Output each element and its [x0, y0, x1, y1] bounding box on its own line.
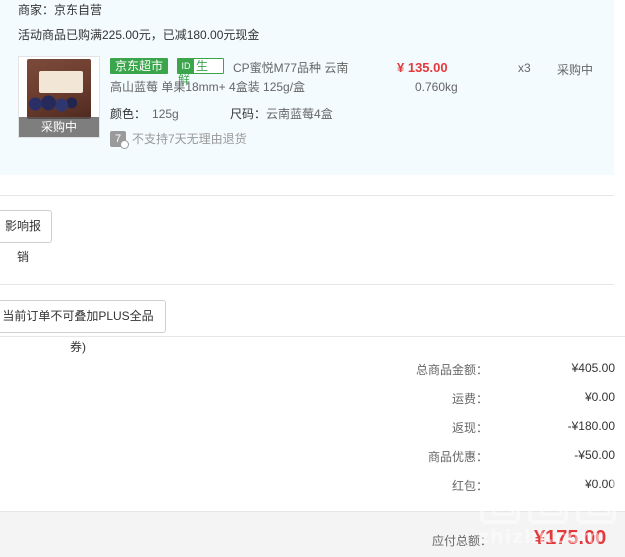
divider — [0, 284, 614, 285]
watermark-logo-icon — [480, 476, 520, 524]
summary-value-total: ¥405.00 — [571, 361, 615, 375]
stock-status: 采购中 — [557, 63, 594, 77]
merchant-label: 商家：京东自营 — [18, 3, 103, 17]
watermark-logo-icon — [576, 476, 616, 524]
no-return-icon: 7 — [110, 131, 129, 149]
coupon-button[interactable]: 当前订单不可叠加PLUS全品券) — [0, 300, 166, 354]
divider — [0, 195, 614, 196]
order-block: 商家：京东自营 活动商品已购满225.00元，已减180.00元现金 采购中 京… — [0, 0, 614, 175]
return-policy-text: 不支持7天无理由退货 — [132, 132, 247, 146]
unit-price: ¥ 135.00 — [397, 60, 448, 75]
fresh-icon: ID — [178, 59, 194, 73]
fresh-tag: ID 生鲜 — [177, 58, 224, 87]
summary-label-shipping: 运费： — [451, 392, 488, 406]
summary-value-cashback: -¥180.00 — [567, 419, 615, 433]
invoice-button[interactable]: 影响报销 — [0, 210, 52, 264]
product-name-line2[interactable]: 高山蓝莓 单果18mm+ 4盒装 125g/盒 — [110, 78, 305, 95]
attr-size: 尺码：云南蓝莓4盒 — [230, 105, 333, 122]
attr-color-key: 颜色： — [110, 107, 147, 121]
watermark-logo-icon — [528, 476, 568, 524]
watermark-text: zhizhi.com — [478, 526, 602, 548]
summary-label-discount: 商品优惠： — [427, 450, 488, 464]
package-label-image — [39, 71, 83, 93]
attr-size-key: 尺码： — [230, 107, 267, 121]
thumb-status-overlay: 采购中 — [19, 117, 99, 137]
attr-size-value: 云南蓝莓4盒 — [266, 107, 333, 121]
site-watermark: zhizhi.com — [474, 476, 622, 551]
jd-supermarket-tag: 京东超市 — [110, 58, 169, 74]
attr-color-value: 125g — [152, 107, 179, 121]
summary-value-shipping: ¥0.00 — [584, 390, 615, 404]
summary-label-cashback: 返现： — [451, 421, 488, 435]
product-name-line1[interactable]: CP蜜悦M77品种 云南 — [233, 59, 348, 76]
promo-text: 活动商品已购满225.00元，已减180.00元现金 — [18, 28, 260, 42]
divider — [0, 336, 625, 337]
attr-color: 颜色： 125g — [110, 105, 179, 122]
return-policy: 7 不支持7天无理由退货 — [110, 131, 247, 149]
item-weight: 0.760kg — [415, 80, 458, 94]
summary-value-discount: -¥50.00 — [574, 448, 615, 462]
blueberries-image — [25, 93, 77, 115]
item-quantity: x3 — [518, 61, 531, 75]
product-thumbnail[interactable]: 采购中 — [18, 56, 100, 138]
summary-label-total: 总商品金额： — [415, 363, 488, 377]
